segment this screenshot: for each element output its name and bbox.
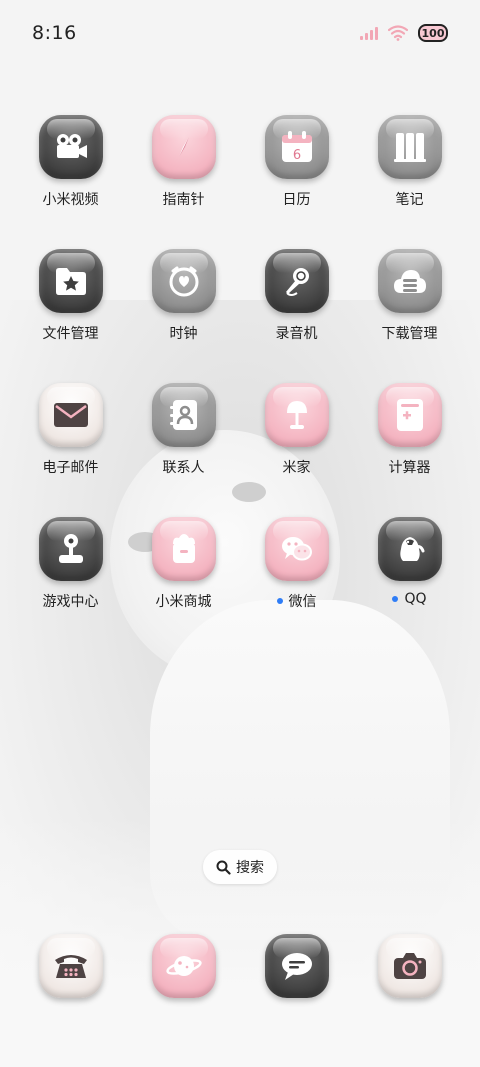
cloud-download-icon — [377, 249, 442, 313]
app-contacts[interactable]: 联系人 — [127, 383, 240, 477]
dock-camera[interactable] — [353, 934, 466, 998]
search-button[interactable]: 搜索 — [203, 850, 277, 884]
app-label: QQ — [404, 591, 427, 607]
app-file-manager[interactable]: 文件管理 — [14, 249, 127, 343]
app-label: 指南针 — [162, 192, 205, 208]
update-badge — [276, 598, 283, 604]
app-label: 微信 — [288, 594, 317, 610]
folder-star-icon — [38, 249, 103, 313]
planet-browser-icon — [151, 934, 216, 998]
status-time: 8:16 — [32, 22, 77, 44]
compass-icon — [151, 115, 216, 179]
app-game-center[interactable]: 游戏中心 — [14, 517, 127, 611]
telephone-icon — [38, 934, 103, 998]
camera-icon — [377, 934, 442, 998]
app-label: 联系人 — [162, 460, 205, 476]
app-label: 电子邮件 — [42, 460, 99, 476]
wifi-icon — [388, 25, 408, 41]
app-label: 小米视频 — [42, 192, 99, 208]
app-mi-store[interactable]: 小米商城 — [127, 517, 240, 611]
app-email[interactable]: 电子邮件 — [14, 383, 127, 477]
dock-browser[interactable] — [127, 934, 240, 998]
search-icon — [216, 860, 231, 875]
app-label: 录音机 — [275, 326, 318, 342]
app-label: 米家 — [282, 460, 311, 476]
shopping-bag-icon — [151, 517, 216, 581]
app-label: 小米商城 — [155, 594, 212, 610]
calculator-icon — [377, 383, 442, 447]
battery-level: 100 — [421, 26, 445, 40]
app-grid: 小米视频 指南针 6 日历 笔记 文件管理 时钟 录音机 下载管理 电子邮件 联… — [14, 115, 466, 611]
app-mijia[interactable]: 米家 — [240, 383, 353, 477]
app-label: 计算器 — [388, 460, 431, 476]
calendar-day: 6 — [292, 148, 300, 163]
signal-icon — [360, 26, 378, 40]
contacts-book-icon — [151, 383, 216, 447]
app-clock[interactable]: 时钟 — [127, 249, 240, 343]
joystick-icon — [38, 517, 103, 581]
app-wechat[interactable]: 微信 — [240, 517, 353, 611]
battery-icon: 100 — [418, 24, 448, 42]
notes-icon — [377, 115, 442, 179]
update-badge — [392, 596, 399, 602]
dock — [14, 934, 466, 998]
app-recorder[interactable]: 录音机 — [240, 249, 353, 343]
app-notes[interactable]: 笔记 — [353, 115, 466, 209]
app-mi-video[interactable]: 小米视频 — [14, 115, 127, 209]
dock-phone[interactable] — [14, 934, 127, 998]
microphone-icon — [264, 249, 329, 313]
mail-icon — [38, 383, 103, 447]
app-label: 日历 — [282, 192, 311, 208]
dock-messages[interactable] — [240, 934, 353, 998]
search-label: 搜索 — [236, 860, 264, 876]
lamp-icon — [264, 383, 329, 447]
penguin-icon — [377, 517, 442, 581]
app-label: 下载管理 — [381, 326, 438, 342]
app-download-manager[interactable]: 下载管理 — [353, 249, 466, 343]
video-camera-icon — [38, 115, 103, 179]
app-compass[interactable]: 指南针 — [127, 115, 240, 209]
app-calculator[interactable]: 计算器 — [353, 383, 466, 477]
wechat-icon — [264, 517, 329, 581]
status-bar: 8:16 100 — [0, 0, 480, 70]
alarm-clock-icon — [151, 249, 216, 313]
app-label: 文件管理 — [42, 326, 99, 342]
calendar-icon: 6 — [264, 115, 329, 179]
app-label: 时钟 — [169, 326, 198, 342]
app-qq[interactable]: QQ — [353, 517, 466, 611]
message-bubble-icon — [264, 934, 329, 998]
app-label: 游戏中心 — [42, 594, 99, 610]
app-label: 笔记 — [395, 192, 424, 208]
app-calendar[interactable]: 6 日历 — [240, 115, 353, 209]
